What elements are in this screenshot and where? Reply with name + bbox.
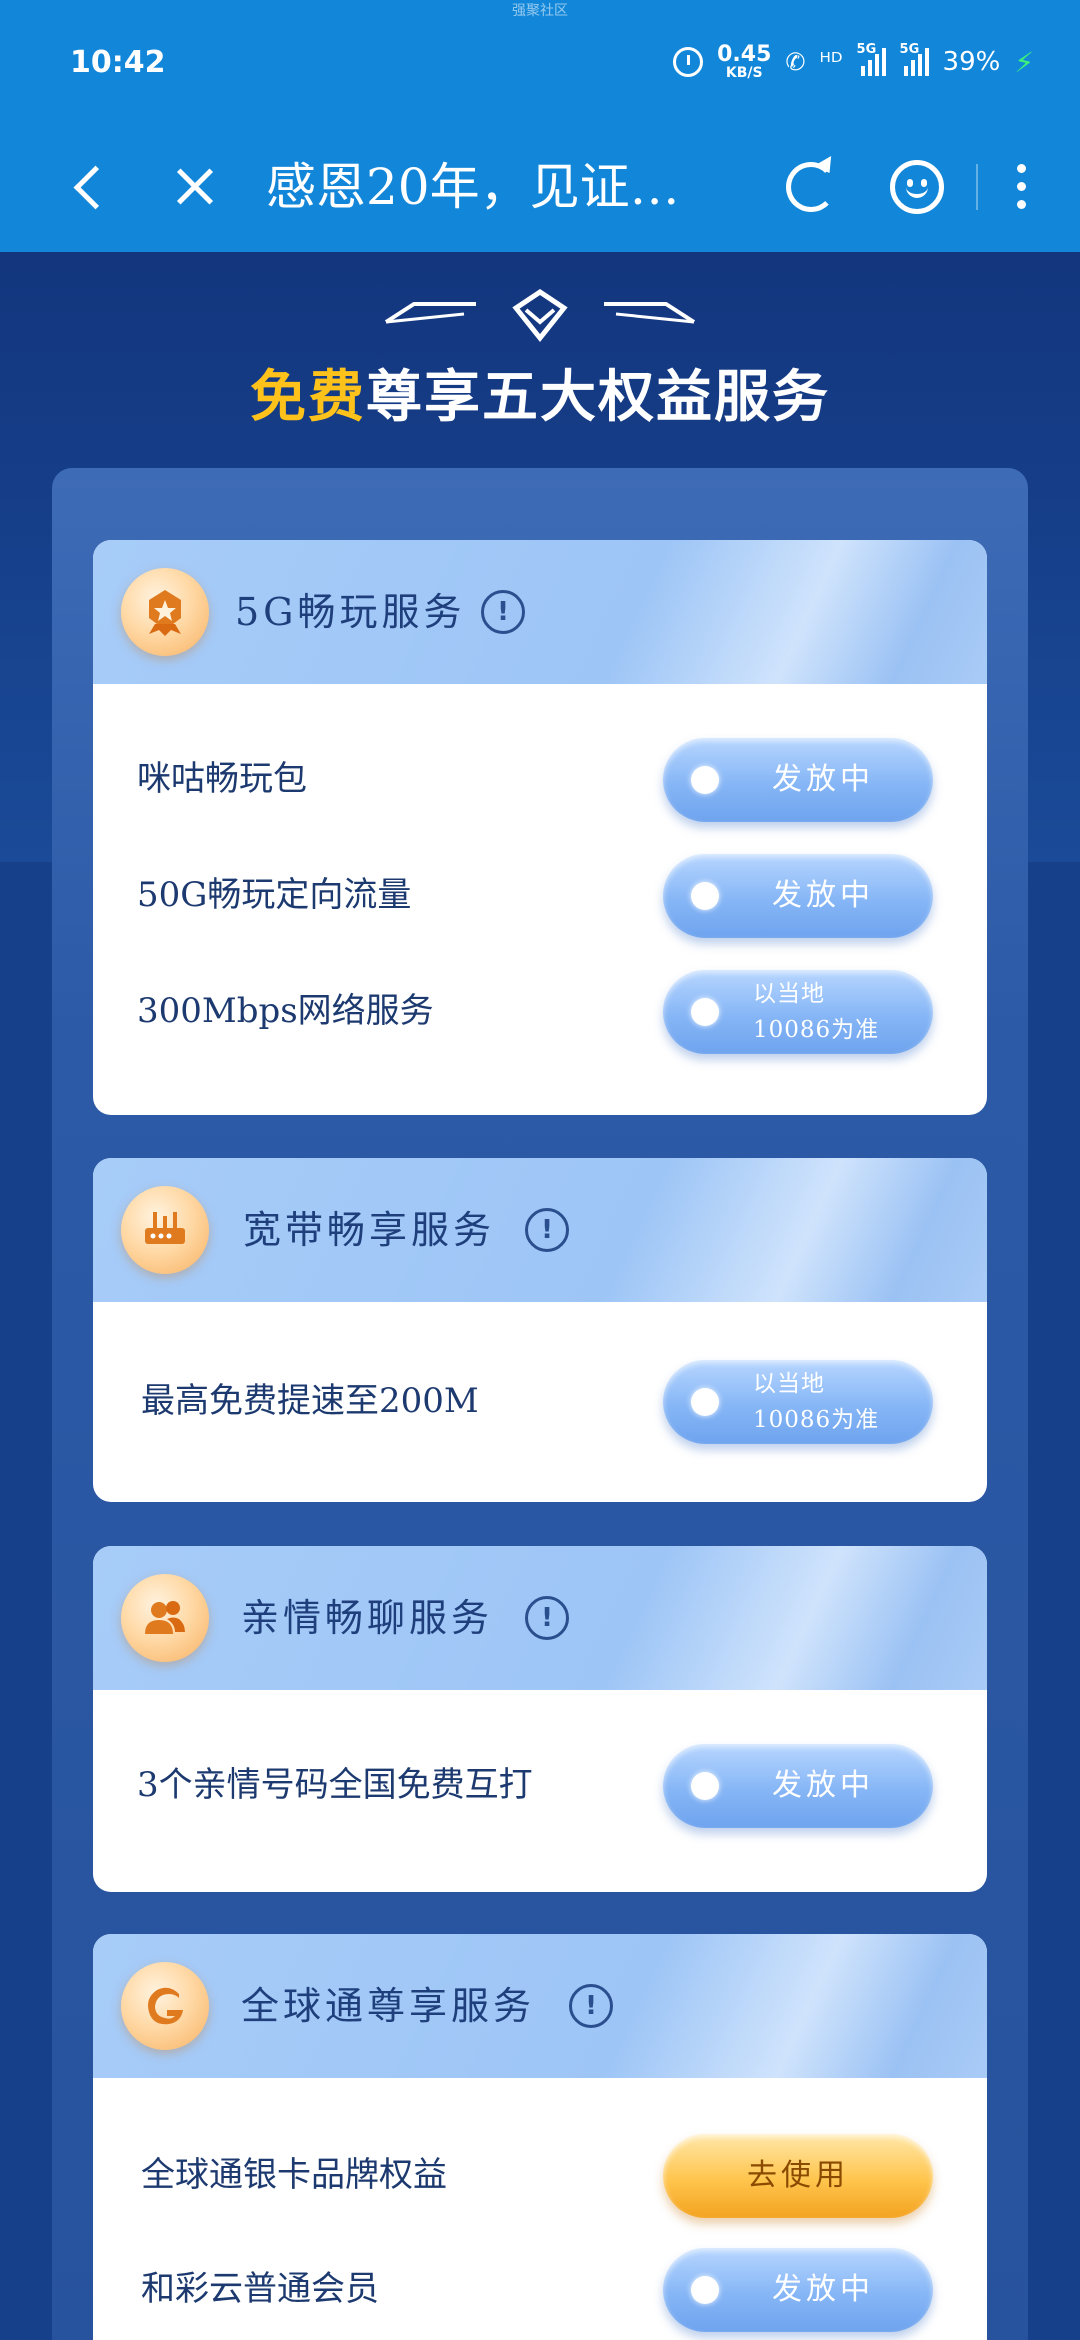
alarm-icon <box>673 47 704 77</box>
benefit-label: 咪咕畅玩包 <box>137 759 307 799</box>
family-icon <box>121 1574 209 1662</box>
status-text-line1: 以当地 <box>753 1371 825 1397</box>
pill-dot-icon <box>691 766 719 794</box>
card-title: 5G畅玩服务 <box>235 590 466 634</box>
pill-dot-icon <box>691 1772 719 1800</box>
refresh-icon[interactable] <box>782 158 838 214</box>
benefit-row: 全球通银卡品牌权益 去使用 <box>93 2120 987 2230</box>
page-title: 感恩20年，见证… <box>266 158 680 216</box>
status-bar: 强聚社区 10:42 0.45 KB/S ✆ ᴴᴰ 5G 5G 39% ⚡ <box>0 0 1080 122</box>
status-text: 以当地 10086为准 <box>753 1360 933 1444</box>
card-title: 宽带畅享服务 <box>243 1208 496 1252</box>
watermark-text: 强聚社区 <box>512 3 568 19</box>
benefit-card-global: 全球通尊享服务 ! 全球通银卡品牌权益 去使用 和彩云普通会员 发放中 <box>93 1934 987 2340</box>
info-icon[interactable]: ! <box>525 1208 569 1252</box>
battery-level: 39% <box>942 47 1001 77</box>
benefit-label: 50G畅玩定向流量 <box>137 875 412 915</box>
status-text: 发放中 <box>772 2272 874 2307</box>
close-icon[interactable] <box>170 152 220 222</box>
customer-service-icon[interactable] <box>884 154 950 220</box>
status-pill[interactable]: 发放中 <box>663 854 933 938</box>
benefit-label: 3个亲情号码全国免费互打 <box>137 1765 533 1805</box>
sim2-network-label: 5G <box>899 42 920 57</box>
use-button-label: 去使用 <box>747 2158 849 2193</box>
benefit-row: 和彩云普通会员 发放中 <box>93 2234 987 2340</box>
status-pill[interactable]: 以当地 10086为准 <box>663 970 933 1054</box>
charging-icon: ⚡ <box>1014 45 1034 79</box>
benefit-label: 300Mbps网络服务 <box>137 991 434 1031</box>
status-text: 发放中 <box>772 762 874 797</box>
status-pill[interactable]: 发放中 <box>663 738 933 822</box>
status-text: 以当地 10086为准 <box>753 970 933 1054</box>
card-header: 亲情畅聊服务 ! <box>93 1546 987 1690</box>
status-text-line1: 以当地 <box>753 981 825 1007</box>
info-icon[interactable]: ! <box>525 1596 569 1640</box>
status-text-line2: 10086为准 <box>753 1017 880 1043</box>
status-icons: 0.45 KB/S ✆ ᴴᴰ 5G 5G 39% ⚡ <box>673 42 1034 81</box>
status-text: 发放中 <box>772 1768 874 1803</box>
status-text-line2: 10086为准 <box>753 1407 880 1433</box>
benefit-row: 50G畅玩定向流量 发放中 <box>93 840 987 950</box>
wifi-call-icon: ✆ <box>785 48 806 76</box>
use-button[interactable]: 去使用 <box>663 2134 933 2218</box>
status-pill[interactable]: 发放中 <box>663 1744 933 1828</box>
hero-heading: 免费尊享五大权益服务 <box>0 352 1080 433</box>
sim1-network-label: 5G <box>856 42 877 57</box>
global-brand-icon <box>121 1962 209 2050</box>
hd-voice-icon: ᴴᴰ <box>819 48 843 76</box>
benefit-row: 咪咕畅玩包 发放中 <box>93 724 987 834</box>
benefit-label: 最高免费提速至200M <box>141 1381 479 1421</box>
status-text: 发放中 <box>772 878 874 913</box>
hero-heading-highlight: 免费 <box>250 365 366 430</box>
pill-dot-icon <box>691 998 719 1026</box>
title-bar: 感恩20年，见证… <box>0 122 1080 252</box>
status-pill[interactable]: 以当地 10086为准 <box>663 1360 933 1444</box>
pill-dot-icon <box>691 2276 719 2304</box>
card-header: 5G畅玩服务 ! <box>93 540 987 684</box>
benefit-label: 和彩云普通会员 <box>141 2269 379 2309</box>
medal-icon <box>121 568 209 656</box>
signal-sim2-icon: 5G <box>900 42 929 76</box>
benefit-card-broadband: 宽带畅享服务 ! 最高免费提速至200M 以当地 10086为准 <box>93 1158 987 1502</box>
card-header: 宽带畅享服务 ! <box>93 1158 987 1302</box>
benefit-row: 最高免费提速至200M 以当地 10086为准 <box>93 1346 987 1456</box>
benefit-label: 全球通银卡品牌权益 <box>141 2155 447 2195</box>
router-icon <box>121 1186 209 1274</box>
title-bar-divider <box>976 164 978 210</box>
status-time: 10:42 <box>70 45 166 80</box>
hero-heading-text: 尊享五大权益服务 <box>366 365 830 430</box>
network-speed-unit: KB/S <box>725 65 763 81</box>
pill-dot-icon <box>691 882 719 910</box>
card-header: 全球通尊享服务 ! <box>93 1934 987 2078</box>
benefit-card-5g: 5G畅玩服务 ! 咪咕畅玩包 发放中 50G畅玩定向流量 发放中 300Mbps… <box>93 540 987 1115</box>
card-title: 亲情畅聊服务 <box>241 1596 494 1640</box>
info-icon[interactable]: ! <box>569 1984 613 2028</box>
network-speed-value: 0.45 <box>717 42 772 67</box>
benefit-card-family: 亲情畅聊服务 ! 3个亲情号码全国免费互打 发放中 <box>93 1546 987 1892</box>
benefit-row: 300Mbps网络服务 以当地 10086为准 <box>93 956 987 1066</box>
header-ornament-icon <box>384 288 696 343</box>
card-title: 全球通尊享服务 <box>241 1984 536 2028</box>
pill-dot-icon <box>691 1388 719 1416</box>
benefit-row: 3个亲情号码全国免费互打 发放中 <box>93 1730 987 1840</box>
more-options-icon[interactable] <box>1004 158 1036 218</box>
network-speed: 0.45 KB/S <box>717 42 772 81</box>
info-icon[interactable]: ! <box>481 590 525 634</box>
back-icon[interactable] <box>66 152 116 222</box>
status-pill[interactable]: 发放中 <box>663 2248 933 2332</box>
signal-sim1-icon: 5G <box>857 42 886 76</box>
